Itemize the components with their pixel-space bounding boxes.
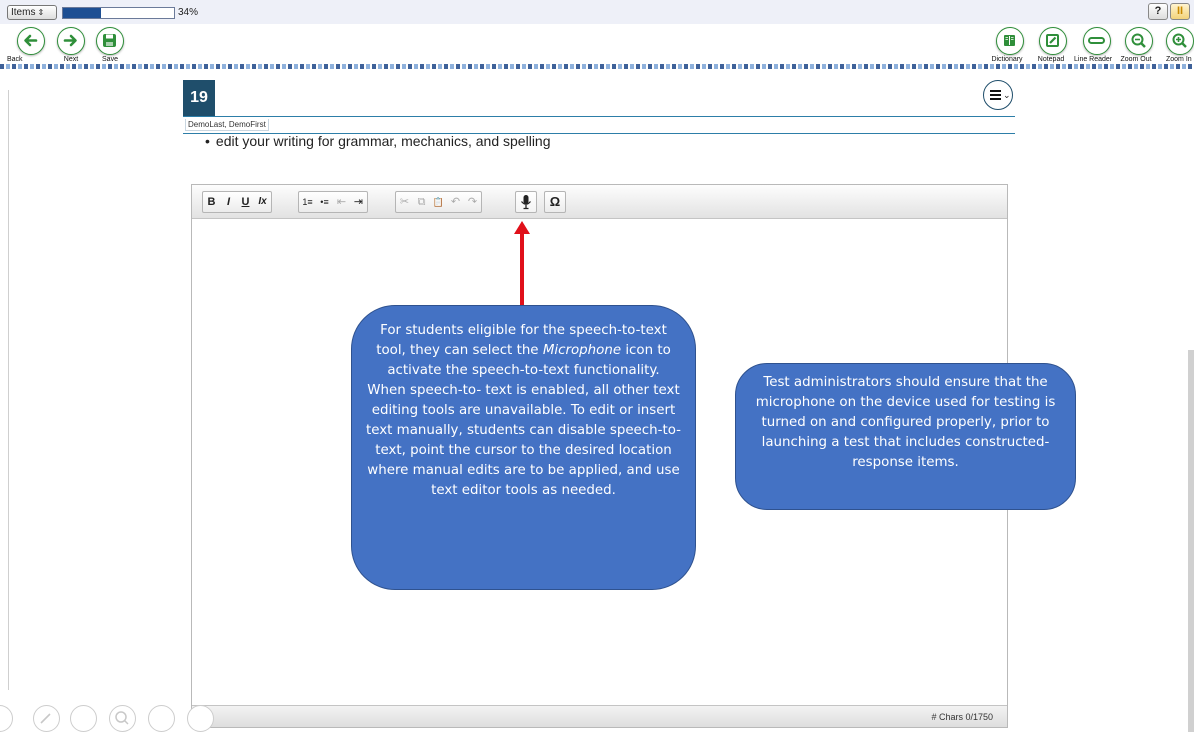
back-button[interactable]: Back [7,27,45,63]
ordered-list-button[interactable]: 1≡ [299,192,316,212]
zoom-out-icon [1125,27,1153,55]
microphone-icon [521,195,531,210]
notepad-label: Notepad [1037,56,1065,63]
dictionary-label: Dictionary [991,56,1023,63]
bullet-list-button[interactable]: •≡ [316,192,333,212]
speech-to-text-callout: For students eligible for the speech-to-… [351,305,696,590]
cut-button[interactable]: ✂ [396,192,413,212]
clipboard-group: ✂ ⧉ 📋 ↶ ↷ [395,191,482,213]
floppy-disk-icon [96,27,124,55]
student-name: DemoLast, DemoFirst [185,119,269,131]
line-reader-icon [1083,27,1112,55]
line-reader-button[interactable]: Line Reader [1074,27,1112,63]
bold-button[interactable]: B [203,192,220,212]
outdent-button[interactable]: ⇤ [333,192,350,212]
chevron-down-icon: ⌄ [1003,90,1011,100]
header-rule [183,116,1015,117]
redo-button[interactable]: ↷ [464,192,481,212]
callout-left-text-2: icon to activate the speech-to-text func… [366,343,682,498]
dictionary-button[interactable]: Dictionary [991,27,1024,63]
notepad-button[interactable]: Notepad [1038,27,1067,63]
question-number: 19 [183,80,215,116]
instruction-item: edit your writing for grammar, mechanics… [205,133,551,149]
format-group: B I U Ix [202,191,272,213]
book-icon [996,27,1024,55]
paste-button[interactable]: 📋 [430,192,447,212]
callout-arrow [520,232,524,306]
hamburger-icon [990,90,1001,102]
char-count: # Chars 0/1750 [931,712,993,722]
callout-left-italic: Microphone [542,343,622,358]
progress-bar [62,7,175,19]
indent-button[interactable]: ⇥ [350,192,367,212]
save-button[interactable]: Save [96,27,124,63]
zoom-in-icon [1166,27,1194,55]
editor-toolbar: B I U Ix 1≡ •≡ ⇤ ⇥ ✂ ⧉ 📋 ↶ ↷ Ω [192,185,1007,219]
chevron-updown-icon: ⇕ [37,8,45,17]
callout-right-text: Test administrators should ensure that t… [755,375,1056,470]
tray-tool-icon[interactable] [0,705,13,732]
notepad-pencil-icon [1039,27,1067,55]
context-menu-button[interactable]: ⌄ [983,80,1013,110]
zoom-out-button[interactable]: Zoom Out [1120,27,1153,63]
zoom-in-button[interactable]: Zoom In [1166,27,1194,63]
items-dropdown-label: Items [11,7,36,18]
list-group: 1≡ •≡ ⇤ ⇥ [298,191,368,213]
editor-footer: # Chars 0/1750 [192,705,1007,727]
special-char-group: Ω [544,191,566,213]
copy-button[interactable]: ⧉ [413,192,430,212]
back-label: Back [7,56,23,63]
microphone-button[interactable] [516,192,536,212]
undo-button[interactable]: ↶ [447,192,464,212]
zoom-in-label: Zoom In [1166,56,1192,63]
back-arrow-icon [17,27,45,55]
toolbar-divider [0,64,1194,69]
zoom-out-label: Zoom Out [1120,56,1152,63]
save-label: Save [102,56,118,63]
microphone-group [515,191,537,213]
callout-left-text-1: For students eligible for the speech-to-… [376,323,667,358]
underline-button[interactable]: U [237,192,254,212]
tray-more-icon[interactable] [187,705,214,732]
microphone-setup-callout: Test administrators should ensure that t… [735,363,1076,510]
tray-search-icon[interactable] [109,705,136,732]
items-dropdown[interactable]: Items ⇕ [7,5,57,20]
tray-window-icon[interactable] [148,705,175,732]
special-char-button[interactable]: Ω [545,192,565,212]
progress-fill [63,8,101,18]
left-border [8,90,9,690]
next-arrow-icon [57,27,85,55]
clear-format-button[interactable]: Ix [254,192,271,212]
tray-copy-icon[interactable] [70,705,97,732]
help-button[interactable]: ? [1148,3,1168,20]
tray-pencil-icon[interactable] [33,705,60,732]
line-reader-label: Line Reader [1074,56,1113,63]
pause-button[interactable]: II [1170,3,1190,20]
next-button[interactable]: Next [57,27,85,63]
next-label: Next [63,56,79,63]
progress-text: 34% [178,7,199,18]
italic-button[interactable]: I [220,192,237,212]
scrollbar[interactable] [1188,350,1194,732]
